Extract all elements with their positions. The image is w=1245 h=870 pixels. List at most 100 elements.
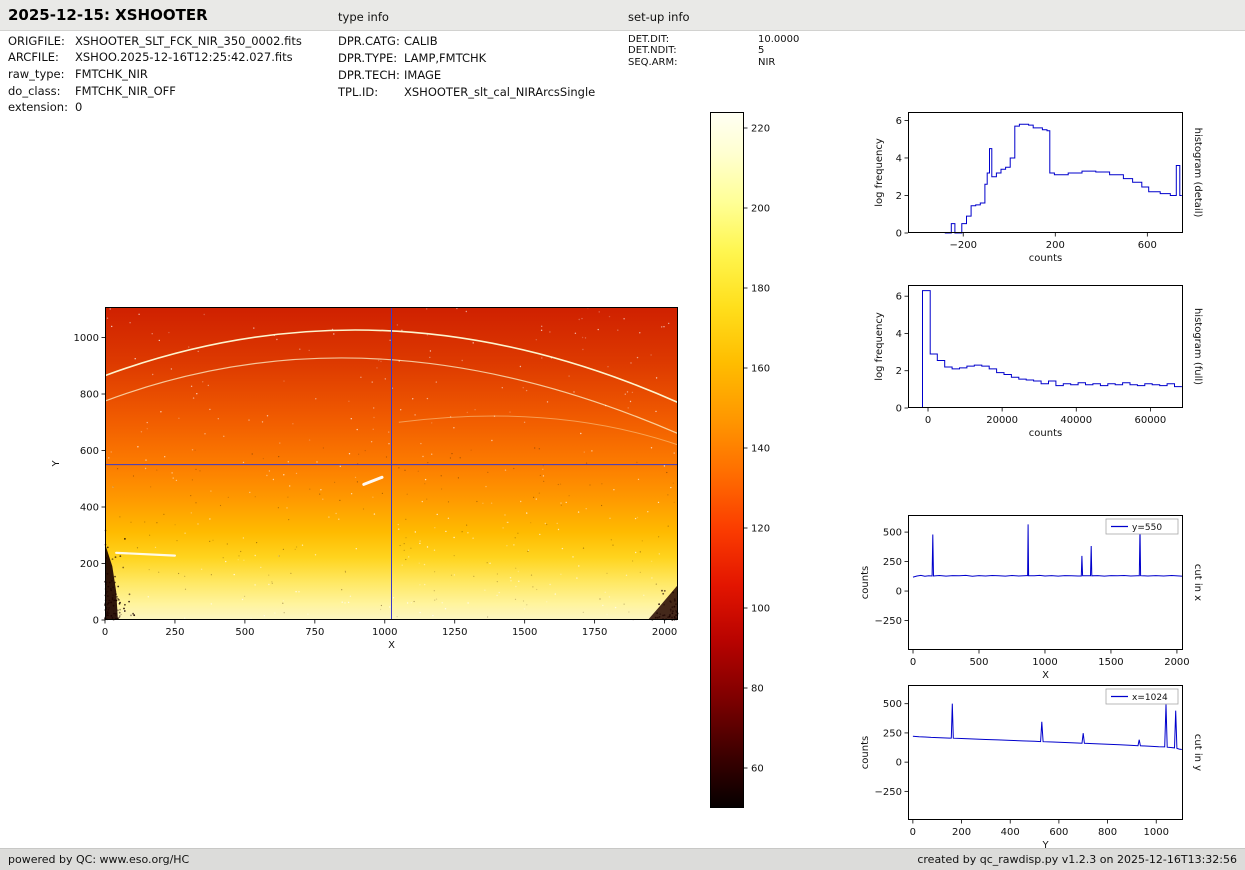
svg-text:counts: counts — [860, 736, 871, 769]
svg-text:200: 200 — [1046, 240, 1065, 251]
svg-text:600: 600 — [80, 446, 99, 457]
meta-value: XSHOOTER_slt_cal_NIRArcsSingle — [404, 85, 595, 99]
meta-value: NIR — [758, 57, 775, 68]
cut-in-y-plot: 02004006008001000−2500250500Ycountscut i… — [908, 685, 1183, 820]
svg-text:log frequency: log frequency — [874, 138, 885, 207]
svg-text:180: 180 — [751, 284, 770, 295]
svg-text:X: X — [1042, 670, 1049, 681]
svg-text:X: X — [388, 640, 395, 651]
svg-text:0: 0 — [925, 415, 931, 426]
svg-text:0: 0 — [910, 827, 916, 838]
svg-text:1000: 1000 — [74, 333, 99, 344]
svg-text:−250: −250 — [875, 616, 902, 627]
svg-text:20000: 20000 — [986, 415, 1018, 426]
svg-text:200: 200 — [751, 204, 770, 215]
svg-text:800: 800 — [1098, 827, 1117, 838]
svg-text:60: 60 — [751, 764, 764, 775]
svg-text:60000: 60000 — [1134, 415, 1166, 426]
svg-text:log frequency: log frequency — [874, 312, 885, 381]
svg-text:250: 250 — [165, 627, 184, 638]
histogram-full-plot: 02000040000600000246countslog frequencyh… — [908, 285, 1183, 408]
meta-label: SEQ.ARM: — [628, 57, 678, 68]
meta-label: DPR.TECH: — [338, 68, 400, 82]
page-title: 2025-12-15: XSHOOTER — [8, 6, 208, 24]
svg-text:x=1024: x=1024 — [1132, 693, 1168, 703]
colorbar: 2202001801601401201008060 — [710, 112, 744, 808]
svg-text:histogram (full): histogram (full) — [1192, 308, 1203, 385]
meta-label: DPR.CATG: — [338, 34, 400, 48]
svg-text:120: 120 — [751, 524, 770, 535]
svg-text:0: 0 — [896, 587, 902, 598]
svg-text:160: 160 — [751, 364, 770, 375]
svg-text:1500: 1500 — [512, 627, 537, 638]
svg-text:2000: 2000 — [652, 627, 677, 638]
svg-text:2000: 2000 — [1164, 657, 1189, 668]
svg-text:200: 200 — [952, 827, 971, 838]
header-bar: 2025-12-15: XSHOOTER type info set-up in… — [0, 0, 1245, 31]
meta-value: IMAGE — [404, 68, 441, 82]
meta-value: XSHOOTER_SLT_FCK_NIR_350_0002.fits — [75, 34, 302, 48]
svg-text:cut in x: cut in x — [1192, 564, 1203, 601]
meta-value: FMTCHK_NIR_OFF — [75, 84, 176, 98]
type-info-heading: type info — [338, 10, 389, 24]
meta-label: DPR.TYPE: — [338, 51, 397, 65]
svg-text:0: 0 — [896, 229, 902, 240]
svg-text:counts: counts — [1029, 253, 1062, 264]
svg-text:140: 140 — [751, 444, 770, 455]
qc-report-page: 2025-12-15: XSHOOTER type info set-up in… — [0, 0, 1245, 870]
svg-text:0: 0 — [896, 404, 902, 415]
meta-label: DET.DIT: — [628, 34, 669, 45]
svg-text:counts: counts — [1029, 428, 1062, 439]
svg-text:0: 0 — [93, 616, 99, 627]
meta-label: DET.NDIT: — [628, 45, 677, 56]
svg-text:4: 4 — [896, 329, 902, 340]
meta-value: LAMP,FMTCHK — [404, 51, 486, 65]
svg-text:220: 220 — [751, 124, 770, 135]
svg-text:1250: 1250 — [442, 627, 467, 638]
svg-text:1000: 1000 — [1144, 827, 1169, 838]
cut-in-x-plot: 0500100015002000−2500250500Xcountscut in… — [908, 515, 1183, 650]
svg-text:0: 0 — [102, 627, 108, 638]
svg-text:750: 750 — [305, 627, 324, 638]
svg-text:200: 200 — [80, 559, 99, 570]
svg-text:histogram (detail): histogram (detail) — [1192, 128, 1203, 218]
meta-label: raw_type: — [8, 67, 65, 81]
svg-text:600: 600 — [1138, 240, 1157, 251]
meta-value: XSHOO.2025-12-16T12:25:42.027.fits — [75, 50, 293, 64]
svg-text:4: 4 — [896, 153, 902, 164]
meta-value: 10.0000 — [758, 34, 799, 45]
meta-value: FMTCHK_NIR — [75, 67, 148, 81]
meta-value: CALIB — [404, 34, 438, 48]
svg-text:400: 400 — [1001, 827, 1020, 838]
svg-text:y=550: y=550 — [1132, 523, 1162, 533]
svg-text:500: 500 — [969, 657, 988, 668]
svg-text:cut in y: cut in y — [1192, 734, 1203, 771]
svg-text:800: 800 — [80, 390, 99, 401]
svg-text:1750: 1750 — [582, 627, 607, 638]
svg-text:250: 250 — [883, 557, 902, 568]
svg-text:500: 500 — [235, 627, 254, 638]
setup-info-heading: set-up info — [628, 10, 690, 24]
svg-text:2: 2 — [896, 191, 902, 202]
svg-text:1000: 1000 — [372, 627, 397, 638]
svg-text:2: 2 — [896, 366, 902, 377]
meta-label: TPL.ID: — [338, 85, 378, 99]
svg-text:400: 400 — [80, 503, 99, 514]
svg-text:500: 500 — [883, 528, 902, 539]
meta-label: ORIGFILE: — [8, 34, 65, 48]
meta-label: ARCFILE: — [8, 50, 59, 64]
svg-text:80: 80 — [751, 684, 764, 695]
svg-text:6: 6 — [896, 116, 902, 127]
footer-bar: powered by QC: www.eso.org/HC created by… — [0, 848, 1245, 870]
svg-text:600: 600 — [1049, 827, 1068, 838]
meta-value: 0 — [75, 100, 82, 114]
svg-text:Y: Y — [51, 460, 62, 468]
meta-label: extension: — [8, 100, 68, 114]
svg-text:500: 500 — [883, 699, 902, 710]
footer-right-text: created by qc_rawdisp.py v1.2.3 on 2025-… — [917, 853, 1237, 866]
meta-value: 5 — [758, 45, 764, 56]
detector-image-heatmap: 0250500750100012501500175020000200400600… — [105, 307, 678, 620]
svg-text:−250: −250 — [875, 787, 902, 798]
svg-text:−200: −200 — [949, 240, 976, 251]
svg-text:250: 250 — [883, 728, 902, 739]
